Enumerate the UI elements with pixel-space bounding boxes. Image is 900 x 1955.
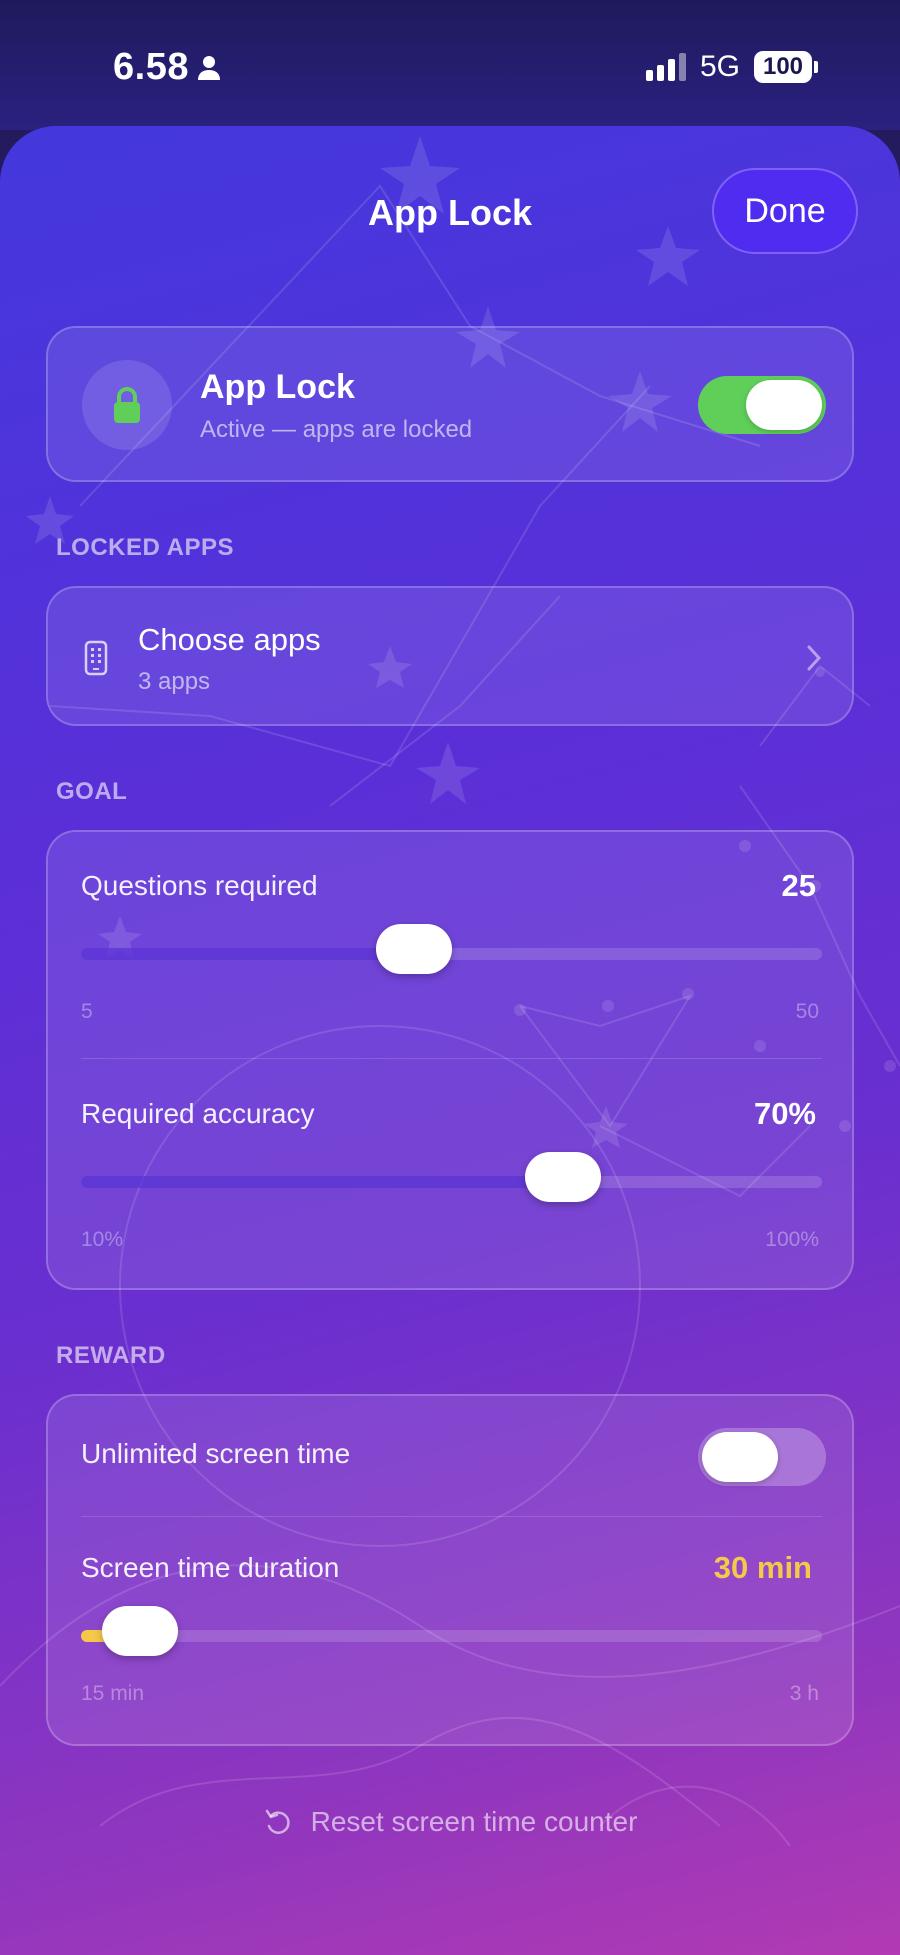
done-button[interactable]: Done (712, 168, 858, 254)
accuracy-min-label: 10% (81, 1228, 124, 1251)
questions-slider[interactable] (81, 924, 822, 974)
app-lock-title: App Lock (200, 368, 355, 406)
duration-max-label: 3 h (789, 1682, 819, 1705)
clock-text: 6.58 (113, 46, 189, 88)
accuracy-slider[interactable] (81, 1152, 822, 1202)
locked-apps-section-label: LOCKED APPS (56, 534, 234, 561)
lock-badge (82, 360, 172, 450)
unlimited-screen-time-label: Unlimited screen time (81, 1438, 351, 1469)
signal-icon (645, 53, 686, 81)
reward-divider (81, 1516, 822, 1517)
questions-slider-thumb[interactable] (376, 924, 453, 974)
status-bar: 6.58 5G 100 (0, 0, 900, 130)
questions-max-label: 50 (795, 1000, 819, 1023)
selected-apps-count: 3 apps (138, 668, 211, 695)
choose-apps-row[interactable]: Choose apps 3 apps (46, 586, 854, 726)
screen-time-duration-label: Screen time duration (81, 1552, 340, 1583)
app-lock-status: Active — apps are locked (200, 416, 473, 443)
toggle-knob (702, 1432, 778, 1482)
duration-slider-thumb[interactable] (102, 1606, 179, 1656)
chevron-right-icon (807, 645, 822, 671)
questions-required-label: Questions required (81, 870, 318, 901)
person-icon (197, 55, 220, 80)
phone-icon (84, 640, 108, 676)
questions-min-label: 5 (81, 1000, 93, 1023)
reward-section-label: REWARD (56, 1342, 166, 1369)
duration-slider[interactable] (81, 1606, 822, 1656)
status-time: 6.58 (113, 46, 221, 89)
reward-card: Unlimited screen time Screen time durati… (46, 1394, 854, 1746)
reset-screen-time-button[interactable]: Reset screen time counter (0, 1806, 900, 1838)
app-lock-sheet: App Lock Done App Lock Active — apps are… (0, 126, 900, 1955)
status-indicators: 5G 100 (645, 50, 818, 84)
accuracy-max-label: 100% (765, 1228, 819, 1251)
duration-min-label: 15 min (81, 1682, 145, 1705)
screen-time-duration-value: 30 min (713, 1550, 812, 1585)
network-label: 5G (699, 50, 740, 83)
unlimited-screen-time-toggle[interactable] (698, 1428, 826, 1486)
goal-card: Questions required 25 5 50 Required accu… (46, 830, 854, 1290)
goal-section-label: GOAL (56, 778, 128, 805)
battery-icon: 100 (754, 51, 818, 83)
required-accuracy-label: Required accuracy (81, 1098, 315, 1129)
choose-apps-label: Choose apps (138, 622, 321, 657)
questions-slider-fill (81, 948, 415, 960)
battery-level: 100 (754, 51, 812, 83)
reset-screen-time-label: Reset screen time counter (310, 1806, 638, 1837)
required-accuracy-value: 70% (753, 1096, 816, 1131)
app-lock-card: App Lock Active — apps are locked (46, 326, 854, 482)
questions-required-value: 25 (781, 868, 816, 903)
app-lock-toggle[interactable] (698, 376, 826, 434)
toggle-knob (746, 380, 822, 430)
reset-icon (265, 1809, 290, 1834)
accuracy-slider-thumb[interactable] (524, 1152, 601, 1202)
goal-divider (81, 1058, 822, 1059)
accuracy-slider-fill (81, 1176, 563, 1188)
lock-icon (114, 387, 140, 423)
